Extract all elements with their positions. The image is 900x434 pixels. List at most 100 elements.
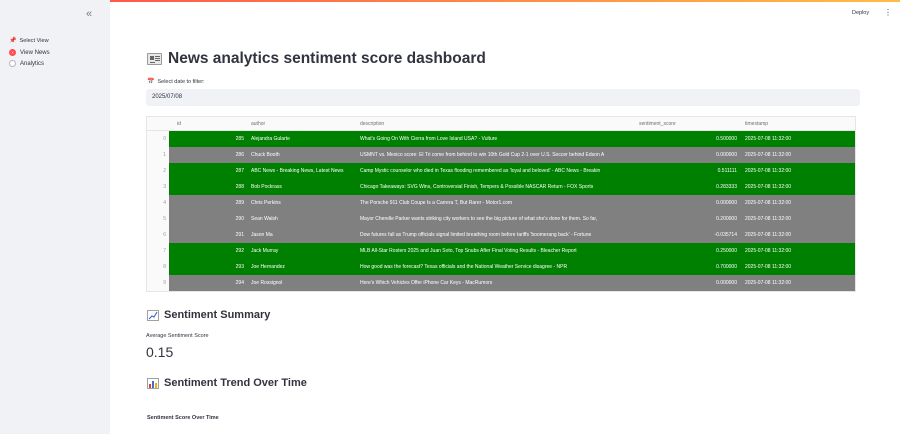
cell-sentiment-score[interactable]: 0.200000	[639, 216, 737, 222]
row-index: 4	[147, 195, 169, 211]
table-row[interactable]: 6 291 Jason Ma Dow futures fall as Trump of…	[147, 227, 855, 243]
table-row[interactable]: 2 287 ABC News - Breaking News, Latest New…	[147, 163, 855, 179]
cell-sentiment-score[interactable]: -0.035714	[639, 232, 737, 238]
deploy-button[interactable]: Deploy	[852, 10, 869, 16]
row-index: 5	[147, 211, 169, 227]
radio-unselected-icon[interactable]	[9, 60, 16, 67]
cell-description[interactable]: USMNT vs. Mexico score: El Tri come from…	[360, 152, 636, 158]
radio-analytics[interactable]: Analytics	[9, 60, 44, 67]
cell-description[interactable]: Camp Mystic counselor who died in Texas …	[360, 168, 636, 174]
row-index: 2	[147, 163, 169, 179]
radio-selected-icon[interactable]	[9, 49, 16, 56]
table-row[interactable]: 4 289 Chris Perkins The Porsche 911 Club Co…	[147, 195, 855, 211]
row-cells[interactable]: 294 Joe Rossignol Here's Which Vehicles Of…	[169, 275, 855, 291]
cell-id[interactable]: 286	[169, 152, 244, 158]
table-row[interactable]: 9 294 Joe Rossignol Here's Which Vehicles O…	[147, 275, 855, 291]
cell-timestamp[interactable]: 2025-07-08 11:32:00	[745, 248, 855, 254]
collapse-sidebar-icon[interactable]: «	[86, 8, 92, 20]
cell-sentiment-score[interactable]: 0.000000	[639, 280, 737, 286]
cell-id[interactable]: 291	[169, 232, 244, 238]
bar-chart-icon	[147, 377, 159, 389]
row-cells[interactable]: 285 Alejandra Gularte What's Going On With…	[169, 131, 855, 147]
row-cells[interactable]: 286 Chuck Booth USMNT vs. Mexico score: El…	[169, 147, 855, 163]
cell-author[interactable]: Alejandra Gularte	[251, 136, 356, 142]
cell-timestamp[interactable]: 2025-07-08 11:32:00	[745, 280, 855, 286]
column-header-author[interactable]: author	[251, 121, 265, 127]
row-index: 1	[147, 147, 169, 163]
row-cells[interactable]: 293 Joe Hernandez How good was the forecas…	[169, 259, 855, 275]
table-row[interactable]: 0 285 Alejandra Gularte What's Going On Wit…	[147, 131, 855, 147]
table-row[interactable]: 5 290 Sean Walsh Mayor Cherelle Parker want…	[147, 211, 855, 227]
cell-timestamp[interactable]: 2025-07-08 11:32:00	[745, 168, 855, 174]
cell-timestamp[interactable]: 2025-07-08 11:32:00	[745, 152, 855, 158]
column-header-id[interactable]: id	[177, 121, 181, 127]
cell-description[interactable]: Dow futures fall as Trump officials sign…	[360, 232, 636, 238]
cell-timestamp[interactable]: 2025-07-08 11:32:00	[745, 136, 855, 142]
cell-timestamp[interactable]: 2025-07-08 11:32:00	[745, 232, 855, 238]
table-row[interactable]: 7 292 Jack Murray MLB All-Star Rosters 2025…	[147, 243, 855, 259]
cell-author[interactable]: Chuck Booth	[251, 152, 356, 158]
row-cells[interactable]: 288 Bob Pockrass Chicago Takeaways: SVG Wi…	[169, 179, 855, 195]
row-cells[interactable]: 289 Chris Perkins The Porsche 911 Club Cou…	[169, 195, 855, 211]
cell-sentiment-score[interactable]: 0.283333	[639, 184, 737, 190]
cell-sentiment-score[interactable]: 0.000000	[639, 152, 737, 158]
cell-description[interactable]: How good was the forecast? Texas officia…	[360, 264, 636, 270]
date-filter-label: 📅 Select date to filter:	[147, 78, 205, 86]
chart-title: Sentiment Score Over Time	[147, 415, 219, 421]
cell-description[interactable]: What's Going On With Cierra from Love Is…	[360, 136, 636, 142]
cell-description[interactable]: Chicago Takeaways: SVG Wins, Controversi…	[360, 184, 636, 190]
sentiment-trend-heading: Sentiment Trend Over Time	[147, 377, 307, 389]
cell-sentiment-score[interactable]: 0.250000	[639, 248, 737, 254]
row-index: 7	[147, 243, 169, 259]
column-header-sentiment-score[interactable]: sentiment_score	[639, 121, 676, 127]
cell-id[interactable]: 294	[169, 280, 244, 286]
row-index: 6	[147, 227, 169, 243]
cell-description[interactable]: MLB All-Star Rosters 2025 and Juan Soto,…	[360, 248, 636, 254]
table-row[interactable]: 8 293 Joe Hernandez How good was the foreca…	[147, 259, 855, 275]
calendar-icon: 📅	[147, 79, 155, 85]
cell-author[interactable]: Jack Murray	[251, 248, 356, 254]
row-index: 0	[147, 131, 169, 147]
cell-id[interactable]: 293	[169, 264, 244, 270]
page-title: News analytics sentiment score dashboard	[147, 50, 486, 68]
cell-author[interactable]: Chris Perkins	[251, 200, 356, 206]
cell-id[interactable]: 288	[169, 184, 244, 190]
cell-id[interactable]: 292	[169, 248, 244, 254]
cell-id[interactable]: 290	[169, 216, 244, 222]
cell-id[interactable]: 287	[169, 168, 244, 174]
cell-sentiment-score[interactable]: 0.511111	[639, 168, 737, 174]
cell-sentiment-score[interactable]: 0.000000	[639, 200, 737, 206]
row-index: 9	[147, 275, 169, 291]
column-header-timestamp[interactable]: timestamp	[745, 121, 768, 127]
cell-author[interactable]: Sean Walsh	[251, 216, 356, 222]
cell-description[interactable]: Mayor Cherelle Parker wants striking cit…	[360, 216, 636, 222]
cell-author[interactable]: ABC News - Breaking News, Latest News	[251, 168, 356, 174]
cell-description[interactable]: Here's Which Vehicles Offer iPhone Car K…	[360, 280, 636, 286]
cell-description[interactable]: The Porsche 911 Club Coupe Is a Carrera …	[360, 200, 636, 206]
cell-id[interactable]: 289	[169, 200, 244, 206]
cell-timestamp[interactable]: 2025-07-08 11:32:00	[745, 216, 855, 222]
cell-author[interactable]: Jason Ma	[251, 232, 356, 238]
table-row[interactable]: 1 286 Chuck Booth USMNT vs. Mexico score: E…	[147, 147, 855, 163]
cell-id[interactable]: 285	[169, 136, 244, 142]
cell-author[interactable]: Joe Hernandez	[251, 264, 356, 270]
cell-sentiment-score[interactable]: 0.500000	[639, 136, 737, 142]
sidebar: « 📌 Select View View News Analytics	[0, 0, 110, 434]
row-cells[interactable]: 292 Jack Murray MLB All-Star Rosters 2025 …	[169, 243, 855, 259]
row-cells[interactable]: 291 Jason Ma Dow futures fall as Trump off…	[169, 227, 855, 243]
cell-timestamp[interactable]: 2025-07-08 11:32:00	[745, 264, 855, 270]
chart-up-icon	[147, 309, 159, 321]
cell-sentiment-score[interactable]: 0.700000	[639, 264, 737, 270]
row-cells[interactable]: 290 Sean Walsh Mayor Cherelle Parker wants…	[169, 211, 855, 227]
cell-author[interactable]: Bob Pockrass	[251, 184, 356, 190]
vertical-dots-icon[interactable]: ⋮	[884, 8, 892, 17]
date-input[interactable]: 2025/07/08	[146, 89, 860, 106]
table-row[interactable]: 3 288 Bob Pockrass Chicago Takeaways: SVG W…	[147, 179, 855, 195]
radio-view-news[interactable]: View News	[9, 49, 50, 56]
cell-timestamp[interactable]: 2025-07-08 11:32:00	[745, 184, 855, 190]
row-cells[interactable]: 287 ABC News - Breaking News, Latest News…	[169, 163, 855, 179]
cell-timestamp[interactable]: 2025-07-08 11:32:00	[745, 200, 855, 206]
news-table[interactable]: id author description sentiment_score ti…	[146, 116, 856, 292]
column-header-description[interactable]: description	[360, 121, 384, 127]
cell-author[interactable]: Joe Rossignol	[251, 280, 356, 286]
